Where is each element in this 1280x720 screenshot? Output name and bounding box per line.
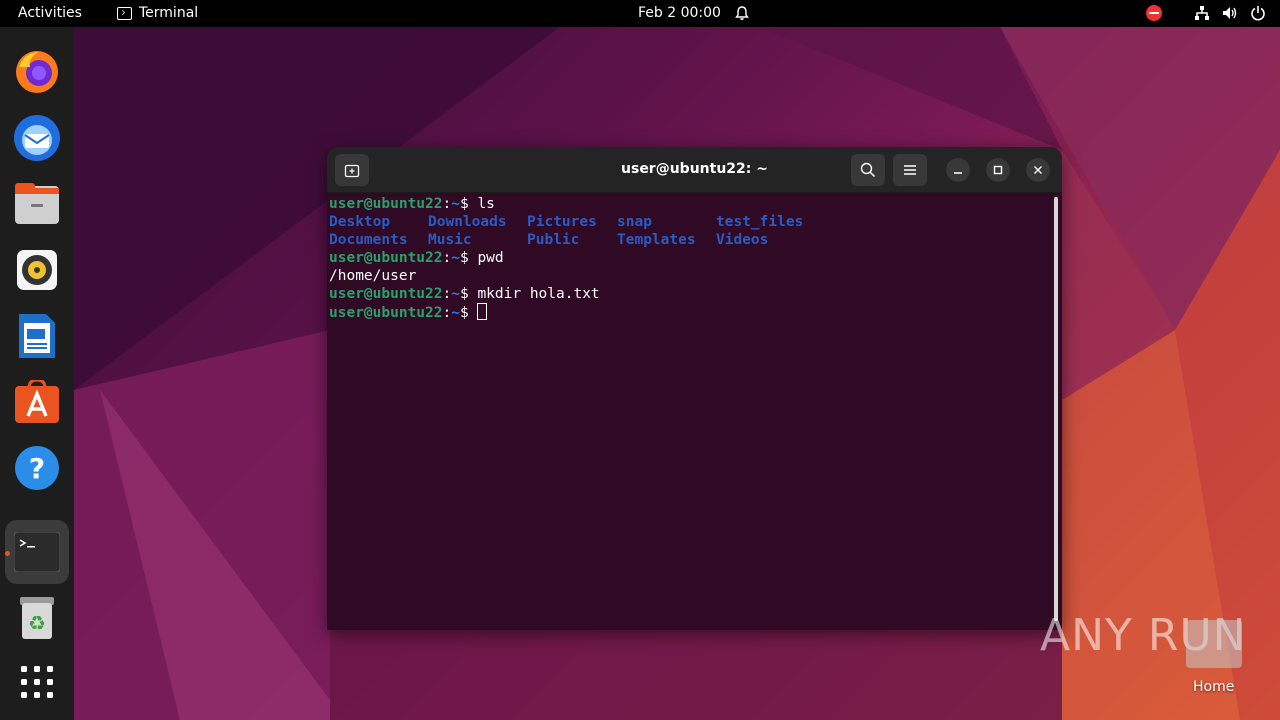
prompt-user: user@ubuntu22: [329, 305, 443, 321]
activities-button[interactable]: Activities: [18, 5, 82, 21]
directory-entry: Downloads: [428, 214, 507, 230]
directory-entry: test_files: [716, 214, 804, 230]
files-icon: [15, 183, 59, 224]
command-output: /home/user: [329, 268, 417, 284]
firefox-icon: [16, 51, 58, 93]
trash-launcher[interactable]: ♻: [5, 586, 69, 650]
directory-entry: Pictures: [527, 214, 597, 230]
directory-entry: Music: [428, 232, 472, 248]
prompt-separator: :: [442, 196, 452, 212]
dock: ? ♻: [0, 27, 74, 720]
software-store-icon: [15, 380, 59, 423]
clock[interactable]: Feb 2 00:00: [638, 5, 721, 21]
running-indicator: [5, 551, 10, 556]
prompt-path: ~: [451, 250, 460, 266]
terminal-line: user@ubuntu22:~$ pwd: [329, 249, 1049, 267]
thunderbird-icon: [14, 115, 60, 161]
terminal-line: /home/user: [329, 267, 1049, 285]
terminal-scrollbar[interactable]: [1054, 197, 1058, 621]
recording-stop-icon[interactable]: [1146, 5, 1162, 21]
hamburger-menu-icon: [904, 165, 916, 175]
prompt-separator: :: [442, 250, 452, 266]
directory-entry: snap: [617, 214, 652, 230]
home-folder-label: Home: [1193, 679, 1235, 695]
terminal-launcher[interactable]: [5, 520, 69, 584]
app-grid-icon: [21, 666, 53, 698]
notification-bell-icon[interactable]: [734, 5, 750, 21]
volume-icon: [1223, 7, 1237, 19]
prompt-separator: :: [442, 305, 452, 321]
show-applications-button[interactable]: [5, 650, 69, 714]
help-launcher[interactable]: ?: [5, 436, 69, 500]
rhythmbox-launcher[interactable]: [5, 238, 69, 302]
prompt-separator: :: [442, 286, 452, 302]
files-launcher[interactable]: [5, 172, 69, 236]
terminal-line: user@ubuntu22:~$ mkdir hola.txt: [329, 285, 1049, 303]
terminal-window[interactable]: user@ubuntu22: ~ user@ubuntu22:~$ ls Des…: [327, 147, 1062, 630]
prompt-user: user@ubuntu22: [329, 196, 443, 212]
system-tray[interactable]: [1146, 5, 1266, 21]
network-wired-icon: [1195, 6, 1209, 20]
prompt-user: user@ubuntu22: [329, 286, 443, 302]
software-launcher[interactable]: [5, 370, 69, 434]
terminal-line: Documents Music Public Templates Videos: [329, 231, 1049, 249]
prompt-path: ~: [451, 196, 460, 212]
directory-entry: Templates: [617, 232, 696, 248]
command-text: mkdir hola.txt: [477, 286, 600, 302]
writer-launcher[interactable]: [5, 304, 69, 368]
directory-entry: Desktop: [329, 214, 391, 230]
maximize-icon: [993, 165, 1003, 175]
close-icon: [1034, 166, 1042, 174]
command-text: pwd: [477, 250, 504, 266]
prompt-dollar: $: [459, 286, 478, 302]
app-menu[interactable]: Terminal: [117, 5, 198, 21]
menu-button[interactable]: [893, 154, 927, 186]
text-cursor: [477, 303, 488, 320]
top-bar: Activities Terminal Feb 2 00:00: [0, 0, 1280, 27]
prompt-user: user@ubuntu22: [329, 250, 443, 266]
directory-entry: Documents: [329, 232, 408, 248]
directory-entry: Videos: [716, 232, 769, 248]
rhythmbox-icon: [17, 250, 57, 290]
minimize-icon: [954, 172, 962, 174]
thunderbird-launcher[interactable]: [5, 106, 69, 170]
power-icon: [1251, 6, 1265, 21]
search-button[interactable]: [851, 154, 885, 186]
prompt-dollar: $: [459, 305, 478, 321]
prompt-dollar: $: [459, 196, 478, 212]
prompt-path: ~: [451, 305, 460, 321]
home-folder-icon[interactable]: [1186, 620, 1242, 668]
prompt-path: ~: [451, 286, 460, 302]
terminal-line: Desktop Downloads Pictures snap test_files: [329, 213, 1049, 231]
svg-text:?: ?: [29, 452, 45, 485]
svg-text:♻: ♻: [28, 611, 46, 635]
terminal-output[interactable]: user@ubuntu22:~$ ls Desktop Downloads Pictu…: [329, 195, 1049, 625]
terminal-icon: [117, 6, 132, 20]
terminal-line: user@ubuntu22:~$: [329, 303, 1049, 321]
firefox-launcher[interactable]: [5, 40, 69, 104]
trash-icon: ♻: [20, 597, 54, 639]
minimize-button[interactable]: [946, 158, 970, 182]
writer-icon: [19, 314, 55, 358]
app-menu-label: Terminal: [139, 5, 199, 21]
search-icon: [860, 162, 876, 178]
terminal-app-icon: [14, 532, 60, 572]
maximize-button[interactable]: [986, 158, 1010, 182]
command-text: ls: [477, 196, 495, 212]
terminal-line: user@ubuntu22:~$ ls: [329, 195, 1049, 213]
terminal-headerbar[interactable]: user@ubuntu22: ~: [327, 147, 1062, 193]
help-icon: ?: [15, 446, 59, 490]
directory-entry: Public: [527, 232, 580, 248]
close-button[interactable]: [1026, 158, 1050, 182]
prompt-dollar: $: [459, 250, 478, 266]
